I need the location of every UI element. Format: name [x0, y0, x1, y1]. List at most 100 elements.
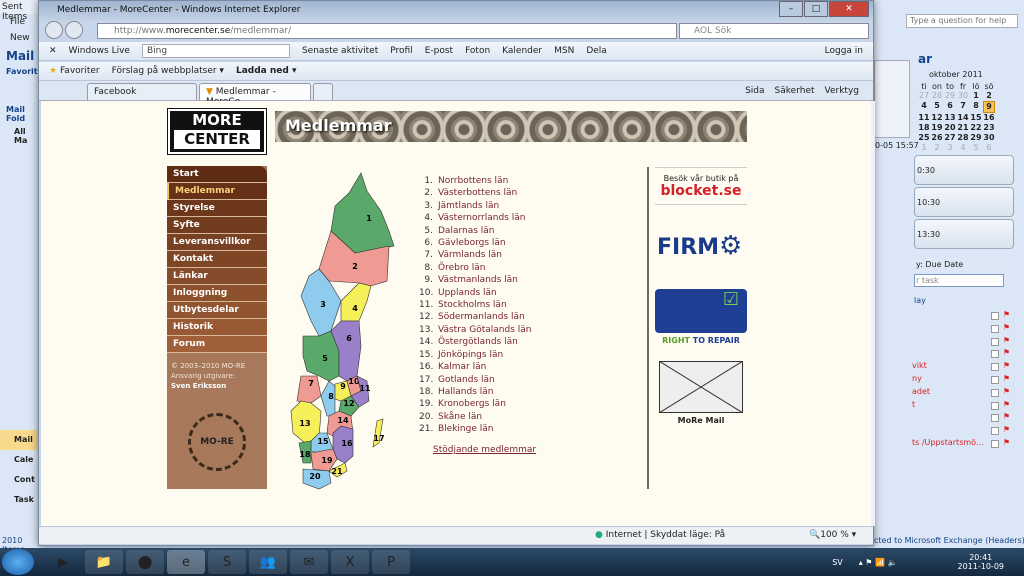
county-item[interactable]: 5. Dalarnas län — [419, 225, 532, 237]
calendar-day[interactable]: 1 — [918, 143, 930, 153]
county-item[interactable]: 17. Gotlands län — [419, 374, 532, 386]
nav-item[interactable]: Syfte — [167, 217, 267, 234]
calendar-day[interactable]: 27 — [944, 133, 956, 143]
county-link[interactable]: Jämtlands län — [438, 201, 499, 211]
calendar-day[interactable]: 6 — [944, 101, 956, 113]
county-item[interactable]: 21. Blekinge län — [419, 423, 532, 435]
command-0[interactable]: Sida — [745, 86, 764, 96]
appointment[interactable]: 10:30 — [914, 187, 1014, 217]
flag-icon[interactable]: ⚑ — [1003, 323, 1010, 336]
clock[interactable]: 20:41 2011-10-09 — [958, 553, 1005, 571]
nav-tasks[interactable]: Task — [0, 490, 40, 510]
flag-icon[interactable]: ⚑ — [1003, 425, 1010, 438]
new-button[interactable]: New — [0, 30, 40, 46]
powerpoint-icon[interactable]: P — [372, 550, 410, 574]
flag-icon[interactable]: ⚑ — [1003, 336, 1010, 349]
sweden-counties-map[interactable]: 123 45678910111213 1415 161718192021 — [289, 171, 409, 491]
skype-icon[interactable]: S — [208, 550, 246, 574]
nav-item[interactable]: Länkar — [167, 268, 267, 285]
county-link[interactable]: Jönköpings län — [438, 350, 503, 360]
county-region[interactable] — [340, 282, 372, 322]
maximize-button[interactable]: □ — [804, 1, 828, 17]
nav-item[interactable]: Start — [167, 166, 267, 183]
task-row[interactable]: ⚑ — [912, 323, 1010, 336]
task-row[interactable]: ⚑ — [912, 348, 1010, 361]
calendar-day[interactable]: 20 — [944, 123, 956, 133]
county-link[interactable]: Västernorrlands län — [438, 213, 525, 223]
firm-logo[interactable]: FIRM⚙ — [655, 219, 747, 273]
close-button[interactable]: ✕ — [829, 1, 869, 17]
task-row[interactable]: ny ⚑ — [912, 374, 1010, 387]
county-link[interactable]: Västra Götalands län — [438, 325, 532, 335]
calendar-day[interactable]: 7 — [957, 101, 969, 113]
flag-icon[interactable]: ⚑ — [1003, 400, 1010, 413]
calendar-day[interactable]: 1 — [970, 91, 982, 101]
county-region[interactable] — [302, 330, 340, 382]
task-checkbox[interactable] — [990, 414, 999, 423]
start-button[interactable] — [2, 549, 34, 575]
calendar-day[interactable]: 28 — [931, 91, 943, 101]
tray-icons[interactable]: ▴ ⚑ 📶 🔈 — [859, 558, 898, 567]
county-link[interactable]: Upplands län — [438, 288, 497, 298]
calendar-day[interactable]: 4 — [957, 143, 969, 153]
county-link[interactable]: Östergötlands län — [438, 337, 518, 347]
search-box[interactable]: AOL Sök — [679, 23, 869, 39]
calendar-day[interactable]: 29 — [970, 133, 982, 143]
county-item[interactable]: 11. Stockholms län — [419, 299, 532, 311]
county-item[interactable]: 10. Upplands län — [419, 287, 532, 299]
calendar-day[interactable]: 5 — [970, 143, 982, 153]
calendar-day[interactable]: 13 — [944, 113, 956, 123]
county-link[interactable]: Gävleborgs län — [438, 238, 506, 248]
tab-medlemmar[interactable]: ▼ Medlemmar - MoreCe... — [199, 83, 311, 107]
live-link[interactable]: Foton — [465, 46, 490, 56]
supporting-members-link[interactable]: Stödjande medlemmar — [433, 445, 536, 455]
task-row[interactable]: adet ⚑ — [912, 387, 1010, 400]
calendar-day[interactable]: 16 — [983, 113, 995, 123]
county-link[interactable]: Örebro län — [438, 263, 485, 273]
calendar-day[interactable]: 19 — [931, 123, 943, 133]
county-link[interactable]: Kronobergs län — [438, 399, 506, 409]
calendar-day[interactable]: 9 — [983, 101, 995, 113]
live-link[interactable]: Dela — [586, 46, 606, 56]
flag-icon[interactable]: ⚑ — [1003, 374, 1010, 387]
forward-button[interactable] — [65, 21, 83, 39]
nav-item[interactable]: Leveransvillkor — [167, 234, 267, 251]
county-item[interactable]: 14. Östergötlands län — [419, 336, 532, 348]
task-checkbox[interactable] — [990, 363, 999, 372]
calendar-day[interactable]: 21 — [957, 123, 969, 133]
flag-icon[interactable]: ⚑ — [1003, 438, 1010, 451]
county-item[interactable]: 19. Kronobergs län — [419, 398, 532, 410]
all-mail-item[interactable]: All Ma — [0, 125, 40, 147]
help-search[interactable]: Type a question for help — [906, 14, 1018, 28]
county-link[interactable]: Skåne län — [438, 412, 482, 422]
flag-icon[interactable]: ⚑ — [1003, 412, 1010, 425]
calendar-day[interactable]: 30 — [957, 91, 969, 101]
new-tab-button[interactable] — [313, 83, 333, 100]
command-1[interactable]: Säkerhet — [775, 86, 815, 96]
county-link[interactable]: Värmlands län — [438, 250, 502, 260]
county-item[interactable]: 1. Norrbottens län — [419, 175, 532, 187]
appointment[interactable]: 0:30 — [914, 155, 1014, 185]
county-link[interactable]: Södermanlands län — [438, 312, 525, 322]
calendar-day[interactable]: 30 — [983, 133, 995, 143]
task-checkbox[interactable] — [990, 439, 999, 448]
download-button[interactable]: Ladda ned ▾ — [236, 66, 297, 76]
nav-item[interactable]: Utbytesdelar — [167, 302, 267, 319]
nav-item[interactable]: Historik — [167, 319, 267, 336]
county-item[interactable]: 12. Södermanlands län — [419, 311, 532, 323]
nav-item[interactable]: Styrelse — [167, 200, 267, 217]
live-link[interactable]: E-post — [425, 46, 453, 56]
calendar-day[interactable]: 6 — [983, 143, 995, 153]
right-to-repair-logo[interactable]: ☑ RIGHT TO REPAIR — [655, 289, 747, 345]
arranged-by[interactable]: y: Due Date — [914, 258, 1008, 272]
county-item[interactable]: 18. Hallands län — [419, 386, 532, 398]
task-checkbox[interactable] — [990, 350, 999, 359]
county-link[interactable]: Västerbottens län — [438, 188, 517, 198]
calendar-day[interactable]: 5 — [931, 101, 943, 113]
minimize-button[interactable]: – — [779, 1, 803, 17]
appointment[interactable]: 13:30 — [914, 219, 1014, 249]
outlook-icon[interactable]: ✉ — [290, 550, 328, 574]
calendar-day[interactable]: 14 — [957, 113, 969, 123]
calendar-day[interactable]: 18 — [918, 123, 930, 133]
county-link[interactable]: Stockholms län — [438, 300, 507, 310]
